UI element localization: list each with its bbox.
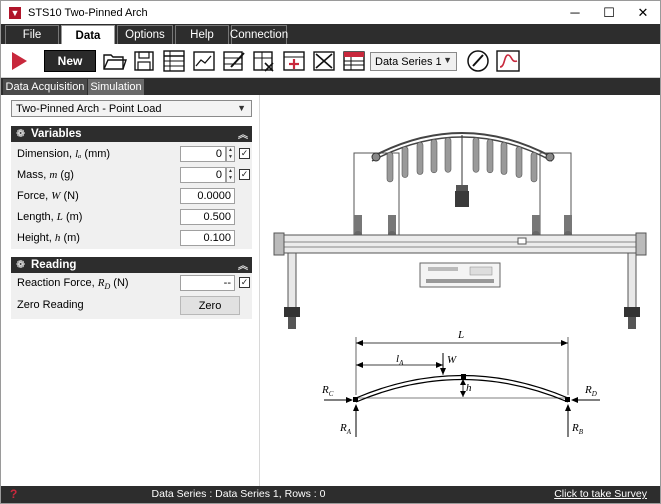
variable-checkbox[interactable]: ✓ [239, 148, 250, 159]
window-title: STS10 Two-Pinned Arch [28, 6, 148, 19]
status-bar: ? Data Series : Data Series 1, Rows : 0 … [1, 486, 660, 503]
rd-label: RD [584, 384, 597, 398]
tab-simulation[interactable]: Simulation [88, 79, 144, 95]
reaction-force-value: -- [180, 275, 235, 291]
arch-schematic: L lA W h RC RD RA RB [321, 329, 600, 437]
toolbar: New Data Series 1 ▼ [1, 44, 660, 78]
left-panel: Two-Pinned Arch - Point Load ▼ ❁ Variabl… [1, 95, 259, 486]
variable-label: Force, W (N) [17, 190, 79, 202]
sub-tab-bar: Data Acquisition Simulation [1, 78, 660, 95]
table-icon[interactable] [161, 49, 187, 73]
edit-table-icon[interactable] [221, 49, 247, 73]
reading-body: Reaction Force, RD (N) -- ✓ Zero Reading… [11, 273, 252, 319]
run-icon[interactable] [9, 49, 29, 73]
status-text: Data Series : Data Series 1, Rows : 0 [151, 488, 326, 500]
title-bar: ▼ STS10 Two-Pinned Arch ─ ☐ ✕ [1, 1, 660, 24]
gauge-icon[interactable] [465, 49, 491, 73]
variable-label: Dimension, lₐ (mm) [17, 148, 111, 160]
reading-header-label: Reading [31, 259, 77, 271]
hanger [500, 141, 508, 175]
right-panel: L lA W h RC RD RA RB [259, 95, 660, 486]
maximize-button[interactable]: ☐ [592, 1, 626, 24]
weight-label: W [447, 354, 457, 366]
apparatus-diagram: L lA W h RC RD RA RB [273, 132, 647, 437]
variables-header[interactable]: ❁ Variables ︽ [11, 126, 252, 142]
reaction-force-label: Reaction Force, RD (N) [17, 277, 129, 292]
rb-label: RB [571, 422, 584, 436]
tab-options[interactable]: Options [117, 25, 173, 44]
gear-icon: ❁ [16, 128, 26, 140]
variable-value-input[interactable]: 0 [180, 167, 226, 183]
zero-button[interactable]: Zero [180, 296, 240, 315]
survey-link[interactable]: Click to take Survey [554, 488, 647, 500]
ra-label: RA [339, 422, 352, 436]
variable-row: Height, h (m) 0.100 [11, 228, 252, 249]
hanger [386, 152, 394, 183]
app-logo-icon: ▼ [9, 6, 21, 19]
variable-value-input[interactable]: 0.500 [180, 209, 235, 225]
delete-column-icon[interactable] [251, 49, 277, 73]
window-controls: ─ ☐ ✕ [558, 1, 660, 24]
hanger [486, 139, 494, 174]
collapse-icon[interactable]: ︽ [238, 257, 248, 272]
la-label: lA [396, 353, 404, 367]
length-label: L [457, 329, 464, 341]
chevron-down-icon: ▼ [237, 103, 246, 113]
tab-connection[interactable]: Connection [230, 25, 288, 44]
variable-checkbox[interactable]: ✓ [239, 169, 250, 180]
hanger [430, 139, 438, 174]
reaction-force-checkbox[interactable]: ✓ [239, 277, 250, 288]
apparatus-illustration [273, 132, 647, 329]
zero-reading-row: Zero Reading Zero [11, 295, 252, 316]
hanger [515, 146, 523, 178]
variable-value-input[interactable]: 0.0000 [180, 188, 235, 204]
hanger [530, 152, 538, 183]
graph-icon[interactable] [191, 49, 217, 73]
curve-chart-icon[interactable] [495, 49, 521, 73]
variable-row: Length, L (m) 0.500 [11, 207, 252, 228]
app-window: ▼ STS10 Two-Pinned Arch ─ ☐ ✕ File Data … [0, 0, 661, 504]
experiment-select[interactable]: Two-Pinned Arch - Point Load ▼ [11, 100, 252, 117]
variable-value-input[interactable]: 0 [180, 146, 226, 162]
tab-data[interactable]: Data [61, 25, 115, 45]
reaction-force-row: Reaction Force, RD (N) -- ✓ [11, 273, 252, 294]
gear-icon: ❁ [16, 259, 26, 271]
variable-row: Force, W (N) 0.0000 [11, 186, 252, 207]
hanger [401, 146, 409, 178]
tab-file[interactable]: File [5, 25, 59, 44]
variable-row: Mass, m (g) 0 ▲ ▼ ✓ [11, 165, 252, 186]
data-series-table-icon[interactable] [341, 49, 367, 73]
save-icon[interactable] [132, 49, 156, 73]
tab-data-acquisition[interactable]: Data Acquisition [3, 79, 87, 95]
height-label: h [466, 382, 472, 394]
tab-help[interactable]: Help [175, 25, 229, 44]
data-series-select[interactable]: Data Series 1 ▼ [370, 52, 457, 71]
zero-reading-label: Zero Reading [17, 299, 84, 311]
hanger [444, 137, 452, 173]
chevron-down-icon: ▼ [443, 55, 452, 65]
menu-bar: File Data Options Help Connection [1, 24, 660, 45]
variable-value-input[interactable]: 0.100 [180, 230, 235, 246]
spinner-icon[interactable]: ▲ ▼ [226, 167, 235, 183]
variable-label: Mass, m (g) [17, 169, 74, 181]
new-button[interactable]: New [44, 50, 96, 72]
open-folder-icon[interactable] [101, 49, 127, 73]
reading-header[interactable]: ❁ Reading ︽ [11, 257, 252, 273]
collapse-icon[interactable]: ︽ [238, 126, 248, 141]
variable-label: Length, L (m) [17, 211, 83, 223]
spinner-icon[interactable]: ▲ ▼ [226, 146, 235, 162]
experiment-select-value: Two-Pinned Arch - Point Load [16, 102, 162, 115]
variables-body: Dimension, lₐ (mm) 0 ▲ ▼ ✓ Mass, m (g) 0 ▲ ▼ ✓ For… [11, 142, 252, 249]
variable-label: Height, h (m) [17, 232, 80, 244]
variable-row: Dimension, lₐ (mm) 0 ▲ ▼ ✓ [11, 144, 252, 165]
minimize-button[interactable]: ─ [558, 1, 592, 24]
data-series-select-value: Data Series 1 [375, 55, 442, 68]
close-button[interactable]: ✕ [626, 1, 660, 24]
variables-header-label: Variables [31, 128, 82, 140]
add-row-icon[interactable] [281, 49, 307, 73]
hanger [416, 141, 424, 175]
clear-table-icon[interactable] [311, 49, 337, 73]
hanger [472, 137, 480, 173]
rc-label: RC [321, 384, 334, 398]
